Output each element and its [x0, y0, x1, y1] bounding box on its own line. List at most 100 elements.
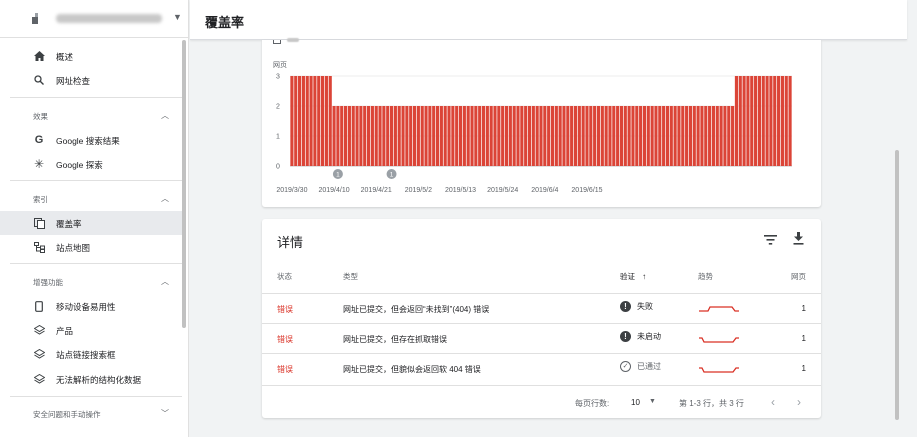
chart-bar	[386, 106, 390, 166]
chart-bar	[497, 106, 501, 166]
y-tick-label: 3	[276, 74, 280, 81]
page-header: 覆盖率	[190, 0, 907, 40]
section-header-security[interactable]: 安全问题和手动操作 ﹀	[0, 403, 182, 423]
chart-bar	[669, 106, 673, 166]
chevron-left-icon[interactable]: ‹	[771, 395, 775, 409]
sidebar-item-google-discover[interactable]: ✳ Google 探索	[0, 152, 182, 176]
chart-bar	[527, 106, 532, 166]
table-row[interactable]: 错误 网址已提交，但存在抓取错误 ! 未启动 1	[262, 323, 821, 353]
row-pages: 1	[801, 334, 806, 343]
chart-bar	[704, 106, 708, 166]
chart-bar	[746, 76, 750, 166]
chart-bar	[581, 106, 585, 166]
chart-bar	[324, 76, 328, 166]
column-header-type[interactable]: 类型	[343, 271, 358, 282]
property-icon	[32, 13, 38, 24]
chart-bar	[328, 76, 332, 166]
chart-bar	[481, 106, 486, 166]
chart-bar	[462, 106, 466, 166]
sidebar-item-sitelinks-searchbox[interactable]: 站点链接搜索框	[0, 342, 182, 366]
row-pages: 1	[801, 364, 806, 373]
chart-bar	[773, 76, 777, 166]
chart-bar	[389, 106, 394, 166]
chart-bar	[478, 106, 482, 166]
sidebar-item-label: 网址检查	[56, 76, 91, 86]
chart-bar	[458, 106, 463, 166]
divider	[10, 97, 182, 98]
table-row[interactable]: 错误 网址已提交，但貌似会返回软 404 错误 ✓ 已通过 1	[262, 353, 821, 383]
chart-bar	[550, 106, 555, 166]
details-title: 详情	[277, 235, 304, 250]
row-type: 网址已提交，但存在抓取错误	[343, 335, 447, 344]
chevron-right-icon[interactable]: ›	[797, 395, 801, 409]
chart-bar	[435, 106, 440, 166]
sidebar-item-google-search-results[interactable]: G Google 搜索结果	[0, 128, 182, 152]
sidebar-item-label: Google 搜索结果	[56, 136, 120, 146]
chart-bar	[734, 76, 739, 166]
row-verify: ! 失败	[620, 301, 653, 312]
download-icon[interactable]	[793, 232, 804, 245]
chart-bar	[677, 106, 681, 166]
asterisk-icon: ✳	[33, 157, 45, 171]
row-verify: ✓ 已通过	[620, 361, 661, 372]
chart-bar	[359, 106, 363, 166]
chart-bar	[336, 106, 340, 166]
caret-down-icon: ▼	[173, 12, 182, 22]
chart-bar	[777, 76, 781, 166]
rows-per-page-select[interactable]: 10	[631, 398, 640, 407]
main-scrollbar[interactable]	[895, 150, 899, 420]
sidebar-item-url-inspection[interactable]: 网址检查	[0, 68, 182, 92]
x-tick-label: 2019/5/2	[405, 187, 432, 194]
chevron-up-icon: ︿	[161, 111, 169, 120]
chart-bar	[294, 76, 298, 166]
section-header-enhancements[interactable]: 增强功能 ︿	[0, 271, 182, 291]
sidebar-item-label: 移动设备易用性	[56, 302, 116, 312]
sidebar-scrollbar[interactable]	[182, 40, 186, 328]
chart-bar	[493, 106, 497, 166]
chart-bar	[708, 106, 712, 166]
chart-bar	[631, 106, 635, 166]
filter-icon[interactable]	[764, 234, 777, 245]
sidebar-item-label: 站点地图	[56, 243, 91, 253]
chart-bar	[685, 106, 689, 166]
column-header-status[interactable]: 状态	[277, 271, 292, 282]
section-title: 索引	[33, 195, 48, 204]
chart-bar	[723, 106, 727, 166]
section-header-index[interactable]: 索引 ︿	[0, 188, 182, 208]
exclamation-icon: !	[620, 301, 631, 312]
chart-bar	[504, 106, 509, 166]
sidebar-item-label: 覆盖率	[56, 219, 82, 229]
chart-bar	[508, 106, 512, 166]
chart-bar	[757, 76, 761, 166]
sidebar-item-mobile-usability[interactable]: 移动设备易用性	[0, 294, 182, 318]
table-row[interactable]: 错误 网址已提交，但会返回“未找到”(404) 错误 ! 失败 1	[262, 293, 821, 323]
chart-bar	[604, 106, 608, 166]
section-title: 增强功能	[33, 278, 63, 287]
chart-bar	[750, 76, 754, 166]
chart-bar	[382, 106, 386, 166]
sidebar-item-unparsable-structured-data[interactable]: 无法解析的结构化数据	[0, 367, 182, 391]
sidebar-item-label: 站点链接搜索框	[56, 350, 116, 360]
property-selector[interactable]: ▼	[0, 0, 189, 38]
sidebar-item-products[interactable]: 产品	[0, 318, 182, 342]
chart-bar	[589, 106, 593, 166]
row-type: 网址已提交，但会返回“未找到”(404) 错误	[343, 305, 490, 314]
chart-bar	[627, 106, 631, 166]
chart-bar	[543, 106, 547, 166]
sitemap-icon	[33, 241, 45, 253]
sidebar-item-coverage[interactable]: 覆盖率	[0, 211, 182, 235]
chart-bar	[332, 106, 336, 166]
column-header-trend[interactable]: 趋势	[698, 271, 713, 282]
chart-bar	[593, 106, 597, 166]
column-header-verify[interactable]: 验证 ↑	[620, 271, 646, 282]
column-header-pages[interactable]: 网页	[791, 271, 806, 282]
caret-down-icon[interactable]: ▼	[649, 398, 656, 405]
chart-bar	[343, 106, 348, 166]
sidebar-item-sitemaps[interactable]: 站点地图	[0, 235, 182, 259]
chart-bar	[662, 106, 666, 166]
sidebar-item-overview[interactable]: 概述	[0, 44, 182, 68]
chart-bar	[612, 106, 616, 166]
section-title: 安全问题和手动操作	[33, 410, 101, 419]
exclamation-icon: !	[620, 331, 631, 342]
section-header-performance[interactable]: 效果 ︿	[0, 105, 182, 125]
